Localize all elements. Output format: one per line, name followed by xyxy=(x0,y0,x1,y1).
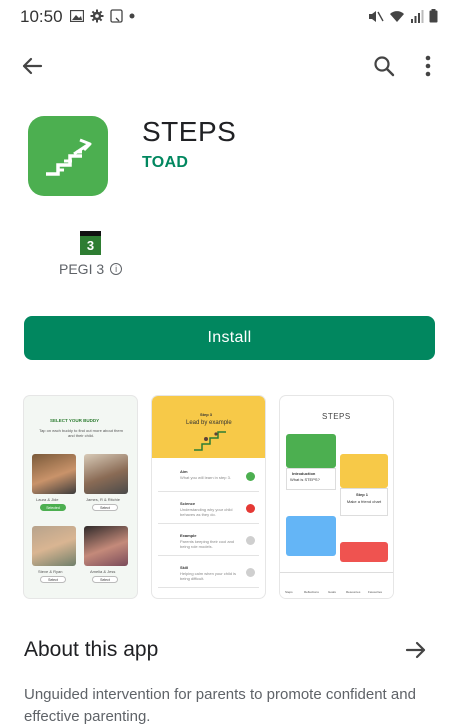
progress-status-icon xyxy=(246,504,255,513)
buddy-name: James, R & Ritchie xyxy=(86,497,121,502)
buddy-name: Laura & Jide xyxy=(36,497,59,502)
s3-bottom-nav: Steps Reflections Goals Resources Favour… xyxy=(280,572,393,598)
step-row-title: Aim xyxy=(180,469,188,474)
arrow-back-icon xyxy=(22,57,43,75)
buddy-photo xyxy=(84,454,128,494)
pending-status-icon xyxy=(246,568,255,577)
s3-card-image xyxy=(340,542,388,562)
s3-card-image xyxy=(286,516,336,556)
gallery-icon xyxy=(70,10,84,22)
nav-item-steps[interactable]: Steps xyxy=(285,590,293,594)
info-icon: i xyxy=(110,263,123,275)
battery-icon xyxy=(429,9,438,23)
status-time: 10:50 xyxy=(20,7,63,26)
s3-card-image xyxy=(286,434,336,468)
step-row[interactable]: Example Parents keeping their cool and b… xyxy=(158,526,259,556)
buddy-photo xyxy=(32,454,76,494)
status-bar: 10:50 xyxy=(0,0,452,34)
screenshot-2[interactable]: Step 3 Lead by example Aim What you will… xyxy=(152,396,265,598)
nav-item-reflections[interactable]: Reflections xyxy=(304,590,319,594)
buddy-name: Amelia & Jess xyxy=(90,569,116,574)
top-app-bar xyxy=(0,40,452,90)
screenshot-1[interactable]: SELECT YOUR BUDDY Tap on each buddy to f… xyxy=(24,396,137,598)
developer-link[interactable]: TOAD xyxy=(142,154,188,172)
s3-card2-sub: Make a friend chart xyxy=(346,499,382,504)
about-section-title[interactable]: About this app xyxy=(24,638,158,662)
buddy-select-button[interactable]: Select xyxy=(92,576,118,583)
s1-title: SELECT YOUR BUDDY xyxy=(50,418,100,423)
step-row-title: Skill xyxy=(180,565,189,570)
s3-card1-sub: What is STEPS? xyxy=(290,477,320,482)
s2-title: Lead by example xyxy=(186,420,232,426)
wifi-icon xyxy=(390,10,404,22)
s3-card1-title: Introduction xyxy=(292,471,316,476)
app-title: STEPS xyxy=(142,116,237,147)
app-icon xyxy=(28,116,108,196)
search-icon xyxy=(374,56,395,77)
screenshot-carousel[interactable]: SELECT YOUR BUDDY Tap on each buddy to f… xyxy=(24,396,404,600)
step-row-desc: Understanding why your child behaves as … xyxy=(180,507,233,517)
mute-icon xyxy=(369,10,384,22)
buddy-select-button[interactable]: Selected xyxy=(40,504,66,511)
stairs-illustration-icon xyxy=(194,431,226,451)
back-button[interactable] xyxy=(14,48,50,84)
arrow-forward-icon xyxy=(405,641,426,659)
more-options-button[interactable] xyxy=(410,48,446,84)
step-row-desc: Helping calm when your child is being di… xyxy=(180,571,237,581)
buddy-select-button[interactable]: Select xyxy=(40,576,66,583)
search-button[interactable] xyxy=(366,48,402,84)
more-vert-icon xyxy=(425,55,431,77)
notification-icons xyxy=(70,9,135,23)
step-row[interactable]: Skill Helping calm when your child is be… xyxy=(158,558,259,588)
app-description: Unguided intervention for parents to pro… xyxy=(24,686,416,725)
signal-icon xyxy=(411,9,424,23)
nav-item-goals[interactable]: Goals xyxy=(328,590,336,594)
gear-icon xyxy=(90,9,104,23)
s3-card2-title: Step 1 xyxy=(356,492,369,497)
step-row-desc: What you will learn in step 3. xyxy=(180,475,231,480)
steps-logo-icon xyxy=(46,138,92,176)
system-icons xyxy=(368,9,438,23)
step-row-desc: Parents keeping their cool and being rol… xyxy=(180,539,235,549)
screenshot-3[interactable]: STEPS Introduction What is STEPS? Step 1… xyxy=(280,396,393,598)
s2-step: Step 3 xyxy=(200,412,213,417)
buddy-photo xyxy=(84,526,128,566)
about-expand-button[interactable] xyxy=(400,634,432,666)
buddy-select-button[interactable]: Select xyxy=(92,504,118,511)
buddy-name: Steve & Ryan xyxy=(38,569,63,574)
install-button[interactable]: Install xyxy=(24,316,435,360)
s3-card-image xyxy=(340,454,388,488)
nav-item-resources[interactable]: Resources xyxy=(346,590,360,594)
s3-logo: STEPS xyxy=(322,412,351,421)
pending-status-icon xyxy=(246,536,255,545)
step-row[interactable]: Science Understanding why your child beh… xyxy=(158,494,259,524)
dot-icon xyxy=(129,13,135,19)
step-row-title: Example xyxy=(180,533,197,538)
step-row-title: Science xyxy=(180,501,196,506)
step-row[interactable]: Aim What you will learn in step 3. xyxy=(158,462,259,492)
complete-status-icon xyxy=(246,472,255,481)
s1-subtitle: Tap on each buddy to find out more about… xyxy=(39,428,123,438)
buddy-photo xyxy=(32,526,76,566)
pegi-rating-badge: 3 xyxy=(80,231,101,255)
content-rating[interactable]: PEGI 3 i xyxy=(59,261,123,277)
screenshot-icon xyxy=(110,9,123,23)
nav-item-favourites[interactable]: Favourites xyxy=(368,590,382,594)
content-rating-label: PEGI 3 xyxy=(59,261,105,277)
